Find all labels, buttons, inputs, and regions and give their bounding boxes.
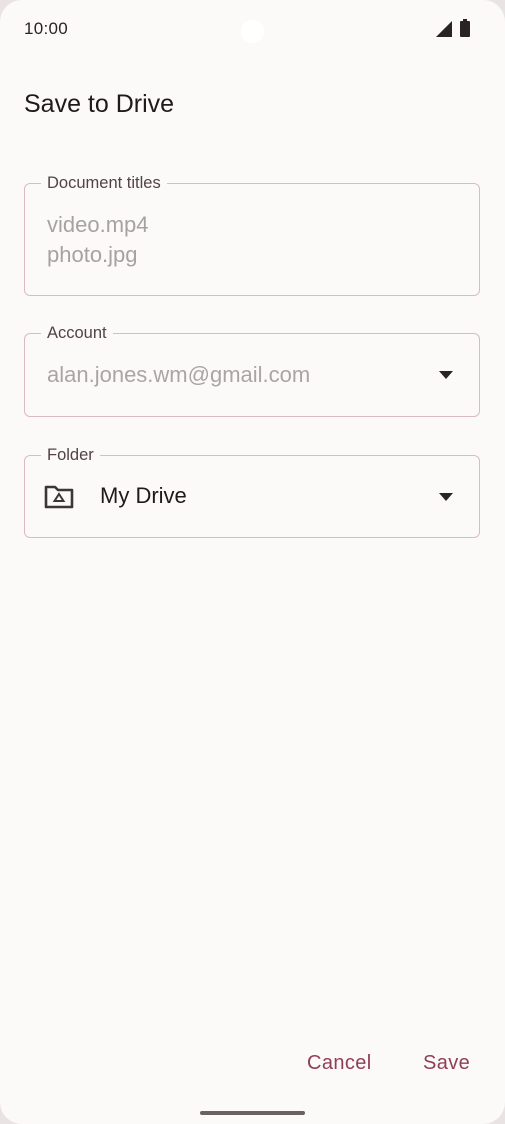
chevron-down-icon[interactable] — [439, 493, 453, 501]
document-title-item: video.mp4 — [47, 212, 149, 237]
battery-icon — [460, 19, 470, 37]
save-to-drive-screen: 10:00 Save to Drive Document titles vide… — [0, 0, 505, 1124]
gesture-navigation-bar[interactable] — [200, 1111, 305, 1115]
cancel-button[interactable]: Cancel — [307, 1052, 372, 1075]
account-label: Account — [41, 322, 113, 344]
drive-folder-icon — [44, 485, 74, 509]
signal-icon — [436, 21, 452, 37]
document-title-item: photo.jpg — [47, 242, 138, 267]
folder-label: Folder — [41, 444, 100, 466]
page-title: Save to Drive — [24, 90, 175, 118]
document-titles-label: Document titles — [41, 172, 167, 194]
status-bar: 10:00 — [0, 0, 505, 58]
folder-value: My Drive — [100, 483, 187, 508]
save-button[interactable]: Save — [423, 1052, 470, 1075]
account-dropdown[interactable]: Account alan.jones.wm@gmail.com — [24, 322, 480, 417]
document-titles-field: Document titles video.mp4 photo.jpg — [24, 172, 480, 296]
folder-dropdown[interactable]: Folder My Drive — [24, 444, 480, 538]
camera-cutout — [241, 20, 264, 43]
chevron-down-icon[interactable] — [439, 371, 453, 379]
account-value: alan.jones.wm@gmail.com — [47, 362, 311, 387]
status-time: 10:00 — [24, 19, 69, 38]
